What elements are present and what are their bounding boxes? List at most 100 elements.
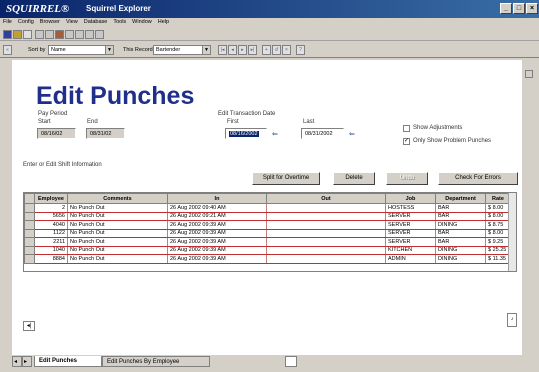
row-selector[interactable]: [24, 220, 35, 230]
menu-window[interactable]: Window: [129, 18, 155, 26]
cell-rate[interactable]: $ 25.25: [485, 246, 511, 255]
cell-employee[interactable]: 1040: [34, 246, 68, 255]
cell-job[interactable]: ADMIN: [385, 254, 436, 264]
check-for-errors-button[interactable]: Check For Errors: [438, 172, 518, 185]
cell-in[interactable]: 26 Aug 2002 09:39 AM: [167, 246, 267, 255]
last-date-input[interactable]: 08/31/2002: [301, 128, 344, 139]
record-select[interactable]: Bartender ▼: [153, 45, 211, 55]
cell-comments[interactable]: No Punch Out: [67, 246, 168, 255]
cell-in[interactable]: 26 Aug 2002 09:40 AM: [167, 203, 267, 213]
cell-comments[interactable]: No Punch Out: [67, 212, 168, 221]
cell-out[interactable]: [266, 203, 386, 213]
col-rate[interactable]: Rate: [485, 193, 511, 204]
cell-department[interactable]: BAR: [435, 212, 486, 221]
row-selector[interactable]: [24, 237, 35, 247]
cell-out[interactable]: [266, 246, 386, 255]
delete-button[interactable]: Delete: [333, 172, 375, 185]
cell-comments[interactable]: No Punch Out: [67, 203, 168, 213]
cell-rate[interactable]: $ 8.75: [485, 220, 511, 230]
col-comments[interactable]: Comments: [67, 193, 168, 204]
cell-department[interactable]: BAR: [435, 229, 486, 238]
grid-icon[interactable]: [45, 30, 54, 39]
cell-job[interactable]: SERVER: [385, 229, 436, 238]
undo-button[interactable]: Undo: [386, 172, 428, 185]
cell-job[interactable]: SERVER: [385, 220, 436, 230]
cell-out[interactable]: [266, 254, 386, 264]
cell-in[interactable]: 26 Aug 2002 09:21 AM: [167, 212, 267, 221]
scroll-up-icon[interactable]: [525, 70, 533, 78]
split-for-overtime-button[interactable]: Split for Overtime: [252, 172, 320, 185]
table-row[interactable]: 5656 No Punch Out 26 Aug 2002 09:21 AM S…: [24, 211, 511, 221]
cell-in[interactable]: 26 Aug 2002 09:39 AM: [167, 254, 267, 264]
cell-job[interactable]: SERVER: [385, 237, 436, 247]
cell-employee[interactable]: 8884: [34, 254, 68, 264]
cell-in[interactable]: 26 Aug 2002 09:39 AM: [167, 237, 267, 247]
col-employee[interactable]: Employee: [34, 193, 68, 204]
cell-employee[interactable]: 2: [34, 203, 68, 213]
clock-icon[interactable]: [23, 30, 32, 39]
cell-comments[interactable]: No Punch Out: [67, 254, 168, 264]
prev-record-icon[interactable]: ◂: [228, 45, 237, 55]
col-department[interactable]: Department: [435, 193, 486, 204]
cell-employee[interactable]: 4040: [34, 220, 68, 230]
tab-edit-punches-by-employee[interactable]: Edit Punches By Employee: [102, 356, 210, 367]
cell-rate[interactable]: $ 9.25: [485, 237, 511, 247]
menu-browser[interactable]: Browser: [37, 18, 63, 26]
row-selector[interactable]: [24, 211, 35, 221]
back-icon[interactable]: «: [3, 45, 12, 55]
delete-record-icon[interactable]: ×: [282, 45, 291, 55]
cell-job[interactable]: HOSTESS: [385, 203, 436, 213]
scroll-left-icon[interactable]: ◂|: [23, 321, 35, 331]
close-button[interactable]: ×: [526, 3, 538, 14]
show-adjustments-checkbox[interactable]: [403, 125, 410, 132]
tab-nav-icon[interactable]: ◂: [12, 356, 22, 367]
tab-nav-icon[interactable]: ▸: [22, 356, 32, 367]
report-icon[interactable]: [65, 30, 74, 39]
first-date-input[interactable]: 08/16/2002: [225, 128, 267, 139]
sort-select[interactable]: Name ▼: [48, 45, 114, 55]
cell-out[interactable]: [266, 229, 386, 238]
table-row[interactable]: 1122 No Punch Out 26 Aug 2002 09:39 AM S…: [24, 228, 511, 238]
table-row[interactable]: 8884 No Punch Out 26 Aug 2002 09:39 AM A…: [24, 254, 511, 264]
table-row[interactable]: 1040 No Punch Out 26 Aug 2002 09:39 AM K…: [24, 245, 511, 255]
table-row[interactable]: 2 No Punch Out 26 Aug 2002 09:40 AM HOST…: [24, 203, 511, 213]
cell-department[interactable]: BAR: [435, 203, 486, 213]
print-icon[interactable]: [85, 30, 94, 39]
calendar-icon[interactable]: ⇐: [349, 130, 357, 138]
cell-comments[interactable]: No Punch Out: [67, 220, 168, 230]
cell-department[interactable]: DINING: [435, 254, 486, 264]
cell-out[interactable]: [266, 212, 386, 221]
last-record-icon[interactable]: ▸|: [248, 45, 257, 55]
settings-icon[interactable]: [95, 30, 104, 39]
maximize-button[interactable]: □: [513, 3, 525, 14]
cell-department[interactable]: DINING: [435, 220, 486, 230]
cell-out[interactable]: [266, 220, 386, 230]
col-job[interactable]: Job: [385, 193, 436, 204]
cell-employee[interactable]: 5656: [34, 212, 68, 221]
cell-job[interactable]: KITCHEN: [385, 246, 436, 255]
list-icon[interactable]: [35, 30, 44, 39]
minimize-button[interactable]: _: [500, 3, 512, 14]
help-icon[interactable]: ?: [296, 45, 305, 55]
cell-comments[interactable]: No Punch Out: [67, 237, 168, 247]
menu-help[interactable]: Help: [155, 18, 172, 26]
calendar-icon[interactable]: ⇐: [272, 130, 280, 138]
row-selector[interactable]: [24, 245, 35, 255]
table-row[interactable]: 4040 No Punch Out 26 Aug 2002 09:39 AM S…: [24, 220, 511, 230]
menu-file[interactable]: File: [0, 18, 15, 26]
cell-rate[interactable]: $ 8.00: [485, 229, 511, 238]
resize-grip-icon[interactable]: ⌟: [507, 313, 517, 327]
add-record-icon[interactable]: +: [262, 45, 271, 55]
menu-view[interactable]: View: [63, 18, 81, 26]
col-in[interactable]: In: [167, 193, 267, 204]
menu-database[interactable]: Database: [81, 18, 111, 26]
save-icon[interactable]: [3, 30, 12, 39]
cell-department[interactable]: BAR: [435, 237, 486, 247]
grid-scrollbar[interactable]: [508, 193, 516, 271]
cell-department[interactable]: DINING: [435, 246, 486, 255]
only-problem-punches-checkbox[interactable]: ✓: [403, 138, 410, 145]
next-record-icon[interactable]: ▸: [238, 45, 247, 55]
row-selector[interactable]: [24, 203, 35, 213]
cell-comments[interactable]: No Punch Out: [67, 229, 168, 238]
menu-config[interactable]: Config: [15, 18, 37, 26]
